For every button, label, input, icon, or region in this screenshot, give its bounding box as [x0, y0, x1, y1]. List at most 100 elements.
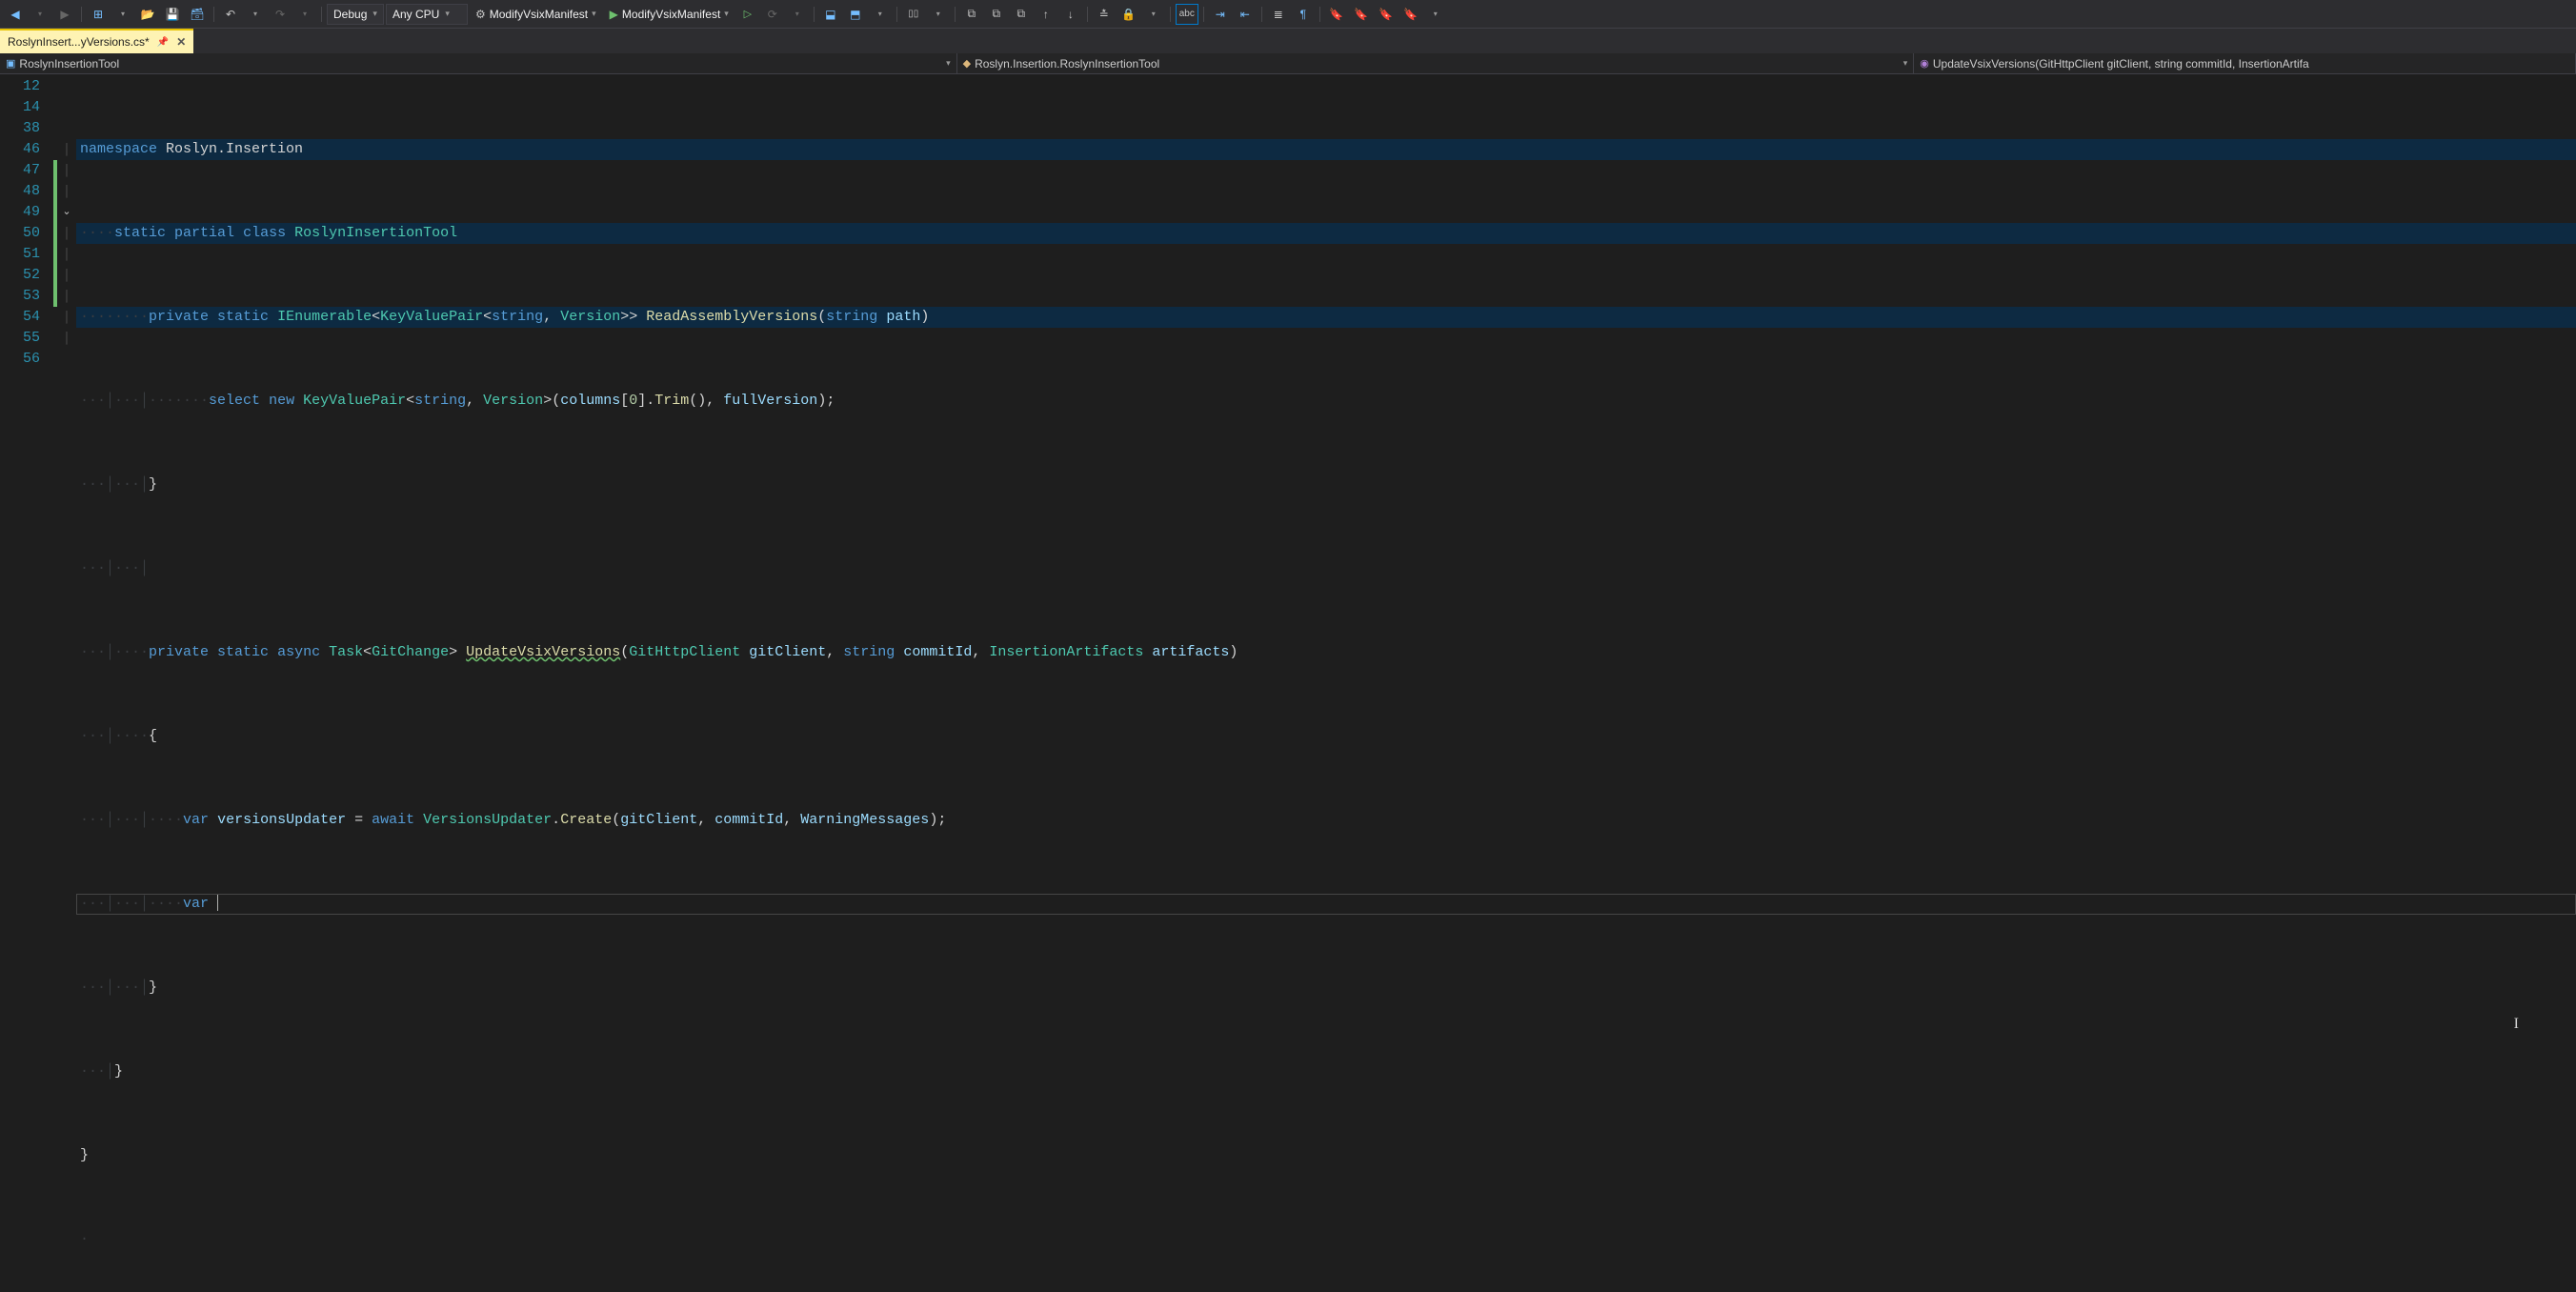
toolbar-separator [213, 7, 214, 22]
toolbar-separator [1261, 7, 1262, 22]
lock-icon[interactable]: 🔒 [1117, 4, 1140, 25]
code-line[interactable]: ···│····private static async Task<GitCha… [76, 642, 2576, 663]
nav-type-label: Roslyn.Insertion.RoslynInsertionTool [975, 57, 1159, 71]
caret-down-icon: ▾ [724, 9, 729, 19]
bookmark-icon[interactable]: 🔖 [1325, 4, 1348, 25]
nav-project-dropdown[interactable]: ▣ RoslynInsertionTool ▾ [0, 53, 957, 73]
editor-margin [0, 74, 8, 1061]
bookmark-dropdown[interactable]: ▾ [1424, 4, 1447, 25]
word-wrap-icon[interactable]: ≣ [1267, 4, 1290, 25]
nav-member-label: UpdateVsixVersions(GitHttpClient gitClie… [1933, 57, 2309, 71]
line-number: 53 [8, 286, 40, 307]
attach-process-button[interactable]: ⟳ [761, 4, 784, 25]
main-toolbar: ◀ ▾ ▶ ⊞ ▾ 📂 💾 🗃 ↶ ▾ ↷ ▾ Debug ▾ Any CPU … [0, 0, 2576, 29]
indent-icon[interactable]: ⇥ [1209, 4, 1232, 25]
startup-project-label: ModifyVsixManifest [490, 8, 588, 21]
caret-down-icon: ▾ [1903, 58, 1908, 69]
code-editor[interactable]: 12 14 38 46 47 48 49 50 51 52 53 54 55 5… [0, 74, 2576, 1061]
solution-platform-dropdown[interactable]: Any CPU ▾ [386, 4, 468, 25]
code-line[interactable]: ···│} [76, 1061, 2576, 1082]
toolbar-separator [955, 7, 956, 22]
save-all-icon[interactable]: 🗃 [186, 4, 209, 25]
code-line[interactable]: namespace Roslyn.Insertion [76, 139, 2576, 160]
undo-button[interactable]: ↶ [219, 4, 242, 25]
nav-type-dropdown[interactable]: ◆ Roslyn.Insertion.RoslynInsertionTool ▾ [957, 53, 1915, 73]
show-whitespace-icon[interactable]: ¶ [1292, 4, 1315, 25]
text-cursor [217, 894, 218, 911]
code-line[interactable]: ····static partial class RoslynInsertion… [76, 223, 2576, 244]
open-file-icon[interactable]: 📂 [136, 4, 159, 25]
line-number: 54 [8, 307, 40, 328]
line-number: 14 [8, 97, 40, 118]
attach-dropdown[interactable]: ▾ [786, 4, 809, 25]
line-number: 12 [8, 76, 40, 97]
move-up-icon[interactable]: ↑ [1035, 4, 1057, 25]
pin-icon[interactable]: 📌 [157, 37, 169, 48]
uncomment-icon[interactable]: ⧉ [985, 4, 1008, 25]
nav-member-dropdown[interactable]: ◉ UpdateVsixVersions(GitHttpClient gitCl… [1914, 53, 2576, 73]
toggle-comment-icon[interactable]: ⧉ [1010, 4, 1033, 25]
save-icon[interactable]: 💾 [161, 4, 184, 25]
caret-down-icon: ▾ [445, 9, 450, 19]
solution-config-dropdown[interactable]: Debug ▾ [327, 4, 384, 25]
lock-dropdown[interactable]: ▾ [1142, 4, 1165, 25]
code-line[interactable]: ···│···│ [76, 558, 2576, 579]
code-line[interactable]: } [76, 1145, 2576, 1166]
step-over-icon[interactable]: ⬒ [844, 4, 867, 25]
toolbar-separator [896, 7, 897, 22]
nav-forward-button: ▶ [53, 4, 76, 25]
line-number: 38 [8, 118, 40, 139]
line-number: 56 [8, 349, 40, 370]
bookmark-next-icon: 🔖 [1375, 4, 1398, 25]
line-number: 55 [8, 328, 40, 349]
code-line[interactable]: ···│···│} [76, 978, 2576, 999]
mouse-ibeam-cursor-icon: I [2514, 1016, 2519, 1033]
line-number: 46 [8, 139, 40, 160]
code-line[interactable]: ········private static IEnumerable<KeyVa… [76, 307, 2576, 328]
code-line[interactable]: · [76, 1229, 2576, 1250]
find-dropdown[interactable]: ▾ [927, 4, 950, 25]
comment-out-icon[interactable]: ⧉ [960, 4, 983, 25]
file-tab-name: RoslynInsert...yVersions.cs* [8, 35, 150, 49]
start-debug-button[interactable]: ▶ ModifyVsixManifest ▾ [604, 4, 735, 25]
toolbar-separator [321, 7, 322, 22]
new-project-icon[interactable]: ⊞ [87, 4, 110, 25]
nav-back-history-button[interactable]: ▾ [29, 4, 51, 25]
nav-project-label: RoslynInsertionTool [19, 57, 119, 71]
document-tab-strip: RoslynInsert...yVersions.cs* 📌 ✕ [0, 29, 2576, 53]
method-icon: ◉ [1920, 57, 1929, 70]
format-doc-icon[interactable]: ≛ [1093, 4, 1116, 25]
start-without-debug-button[interactable]: ▷ [736, 4, 759, 25]
new-project-dropdown[interactable]: ▾ [111, 4, 134, 25]
code-line-current[interactable]: ···│···│····var [76, 894, 2576, 915]
find-in-files-icon[interactable]: ▯▯ [902, 4, 925, 25]
code-area[interactable]: namespace Roslyn.Insertion ····static pa… [76, 74, 2576, 1061]
move-down-icon[interactable]: ↓ [1059, 4, 1082, 25]
active-file-tab[interactable]: RoslynInsert...yVersions.cs* 📌 ✕ [0, 29, 193, 53]
bookmark-clear-icon: 🔖 [1399, 4, 1422, 25]
toolbar-separator [1170, 7, 1171, 22]
step-into-icon[interactable]: ⬓ [819, 4, 842, 25]
bookmark-prev-icon: 🔖 [1350, 4, 1373, 25]
startup-project-button[interactable]: ⚙ ModifyVsixManifest ▾ [470, 4, 602, 25]
line-number: 52 [8, 265, 40, 286]
fold-chevron-icon[interactable]: ⌄ [62, 202, 70, 223]
caret-down-icon: ▾ [372, 9, 377, 19]
line-number: 47 [8, 160, 40, 181]
toolbar-separator [814, 7, 815, 22]
start-debug-label: ModifyVsixManifest [622, 8, 720, 21]
toolbar-separator [81, 7, 82, 22]
code-line[interactable]: ···│···│} [76, 474, 2576, 495]
outdent-icon[interactable]: ⇤ [1234, 4, 1257, 25]
nav-back-button[interactable]: ◀ [4, 4, 27, 25]
code-line[interactable]: ···│···│····var versionsUpdater = await … [76, 810, 2576, 831]
undo-history-dropdown[interactable]: ▾ [244, 4, 267, 25]
caret-down-icon: ▾ [946, 58, 951, 69]
step-dropdown[interactable]: ▾ [869, 4, 892, 25]
redo-button: ↷ [269, 4, 292, 25]
code-line[interactable]: ···│···│·······select new KeyValuePair<s… [76, 391, 2576, 412]
close-icon[interactable]: ✕ [176, 35, 186, 49]
abc-highlight-icon[interactable]: abc [1176, 4, 1198, 25]
csharp-project-icon: ▣ [6, 57, 15, 70]
code-line[interactable]: ···│····{ [76, 726, 2576, 747]
